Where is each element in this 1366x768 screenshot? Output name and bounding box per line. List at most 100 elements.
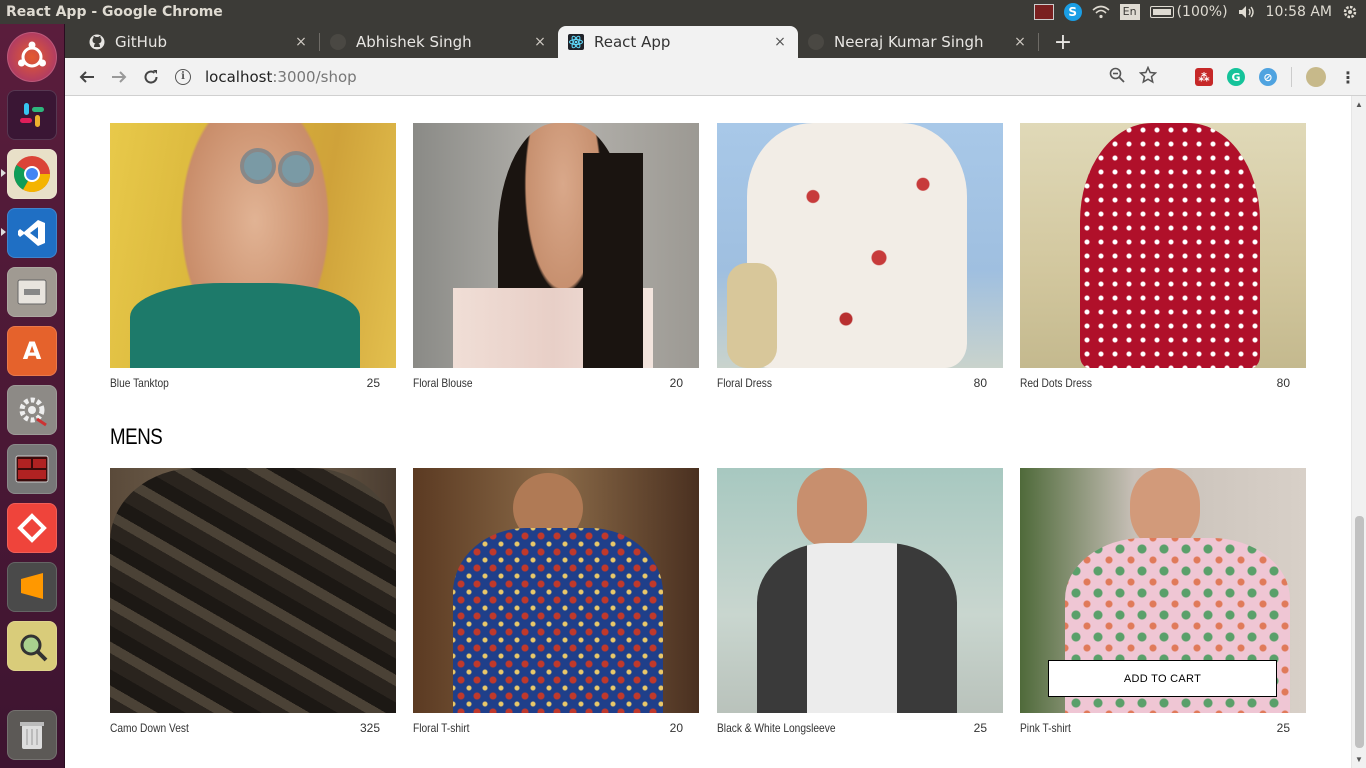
- profile-avatar[interactable]: [1306, 67, 1326, 87]
- tab-react-app[interactable]: React App ×: [558, 26, 798, 58]
- product-image[interactable]: [110, 468, 396, 713]
- skype-icon[interactable]: S: [1063, 3, 1082, 21]
- product-price: 25: [366, 376, 380, 390]
- tab-abhishek-singh[interactable]: Abhishek Singh ×: [320, 26, 558, 58]
- product-name: Floral Blouse: [413, 376, 473, 390]
- product-image[interactable]: [717, 468, 1003, 713]
- tab-label: Abhishek Singh: [356, 33, 472, 51]
- product-card[interactable]: Black & White Longsleeve 25: [717, 468, 1003, 738]
- window-title: React App - Google Chrome: [6, 4, 223, 20]
- volume-icon[interactable]: [1238, 5, 1256, 19]
- url-path: :3000/shop: [272, 68, 357, 86]
- tab-neeraj-kumar-singh[interactable]: Neeraj Kumar Singh ×: [798, 26, 1038, 58]
- gear-icon[interactable]: [1342, 4, 1358, 20]
- product-price: 20: [669, 721, 683, 735]
- product-footer: Red Dots Dress 80: [1020, 376, 1306, 390]
- image-viewer-icon[interactable]: [7, 621, 57, 671]
- product-footer: Floral Dress 80: [717, 376, 1003, 390]
- scrollbar-thumb[interactable]: [1355, 516, 1364, 748]
- tab-label: GitHub: [115, 33, 167, 51]
- recorder-icon[interactable]: [1033, 4, 1054, 20]
- product-image[interactable]: [1020, 123, 1306, 368]
- back-button[interactable]: [73, 63, 101, 91]
- wifi-icon[interactable]: [1092, 5, 1110, 19]
- bookmark-star-icon[interactable]: [1138, 65, 1158, 88]
- github-icon: [808, 34, 824, 50]
- tab-strip: GitHub × Abhishek Singh × React App × Ne…: [65, 24, 1366, 58]
- photo-shape: [747, 123, 967, 368]
- product-image[interactable]: [413, 468, 699, 713]
- product-footer: Blue Tanktop 25: [110, 376, 396, 390]
- product-price: 25: [973, 721, 987, 735]
- info-icon[interactable]: i: [175, 69, 191, 85]
- scrollbar[interactable]: ▲ ▼: [1351, 96, 1366, 768]
- github-icon: [330, 34, 346, 50]
- product-footer: Pink T-shirt 25: [1020, 721, 1306, 735]
- launcher: A: [0, 24, 65, 768]
- system-tray: S En (100%) 10:58 AM: [1033, 0, 1358, 24]
- keyboard-layout-indicator[interactable]: En: [1119, 4, 1140, 20]
- reload-button[interactable]: [137, 63, 165, 91]
- grammarly-icon[interactable]: G: [1227, 68, 1245, 86]
- photo-shape: [1080, 123, 1260, 368]
- close-icon[interactable]: ×: [532, 34, 548, 50]
- forward-button[interactable]: [105, 63, 133, 91]
- browser-window: GitHub × Abhishek Singh × React App × Ne…: [65, 24, 1366, 768]
- add-to-cart-button[interactable]: ADD TO CART: [1048, 660, 1277, 697]
- product-price: 80: [973, 376, 987, 390]
- software-center-icon[interactable]: A: [7, 326, 57, 376]
- extension-icon[interactable]: ⁂: [1195, 68, 1213, 86]
- product-footer: Black & White Longsleeve 25: [717, 721, 1003, 735]
- product-image[interactable]: [110, 123, 396, 368]
- product-name: Floral Dress: [717, 376, 772, 390]
- product-card[interactable]: Floral T-shirt 20: [413, 468, 699, 738]
- product-price: 25: [1276, 721, 1290, 735]
- vscode-icon[interactable]: [7, 208, 57, 258]
- battery-percent: (100%): [1176, 4, 1228, 20]
- address-bar[interactable]: i localhost:3000/shop: [175, 62, 1105, 92]
- photo-shape: [278, 151, 314, 187]
- product-card[interactable]: Floral Blouse 20: [413, 123, 699, 393]
- product-image[interactable]: [717, 123, 1003, 368]
- photo-shape: [240, 148, 276, 184]
- product-image[interactable]: ADD TO CART: [1020, 468, 1306, 713]
- sublime-icon[interactable]: [7, 562, 57, 612]
- terminal-icon[interactable]: [7, 444, 57, 494]
- anydesk-icon[interactable]: [7, 503, 57, 553]
- tab-separator: [1038, 33, 1039, 51]
- product-card[interactable]: Blue Tanktop 25: [110, 123, 396, 393]
- trash-icon[interactable]: [7, 710, 57, 760]
- product-card[interactable]: ADD TO CART Pink T-shirt 25: [1020, 468, 1306, 738]
- github-icon: [89, 34, 105, 50]
- product-card[interactable]: Floral Dress 80: [717, 123, 1003, 393]
- photo-shape: [797, 468, 867, 548]
- files-icon[interactable]: [7, 267, 57, 317]
- close-icon[interactable]: ×: [293, 34, 309, 50]
- tab-github[interactable]: GitHub ×: [79, 26, 319, 58]
- close-icon[interactable]: ×: [1012, 34, 1028, 50]
- product-card[interactable]: Camo Down Vest 325: [110, 468, 396, 738]
- ubuntu-icon[interactable]: [7, 32, 57, 82]
- top-panel: React App - Google Chrome S En (100%) 10…: [0, 0, 1366, 24]
- close-icon[interactable]: ×: [772, 34, 788, 50]
- clock[interactable]: 10:58 AM: [1266, 4, 1332, 20]
- zoom-icon[interactable]: [1109, 67, 1125, 87]
- scroll-up-arrow[interactable]: ▲: [1355, 100, 1363, 109]
- photo-shape: [130, 283, 360, 368]
- section-title-mens: MENS: [110, 424, 163, 449]
- menu-icon[interactable]: ⋮: [1340, 68, 1356, 87]
- running-indicator: [1, 228, 6, 236]
- extension-icon[interactable]: ⊘: [1259, 68, 1277, 86]
- battery-icon: [1149, 6, 1174, 18]
- battery-indicator[interactable]: (100%): [1149, 4, 1228, 20]
- chrome-icon[interactable]: [7, 149, 57, 199]
- page-content: Blue Tanktop 25 Floral Blouse 20 Floral …: [65, 96, 1366, 768]
- new-tab-button[interactable]: +: [1048, 28, 1078, 56]
- product-card[interactable]: Red Dots Dress 80: [1020, 123, 1306, 393]
- photo-shape: [727, 263, 777, 368]
- product-price: 80: [1276, 376, 1290, 390]
- slack-icon[interactable]: [7, 90, 57, 140]
- scroll-down-arrow[interactable]: ▼: [1355, 755, 1363, 764]
- product-image[interactable]: [413, 123, 699, 368]
- settings-icon[interactable]: [7, 385, 57, 435]
